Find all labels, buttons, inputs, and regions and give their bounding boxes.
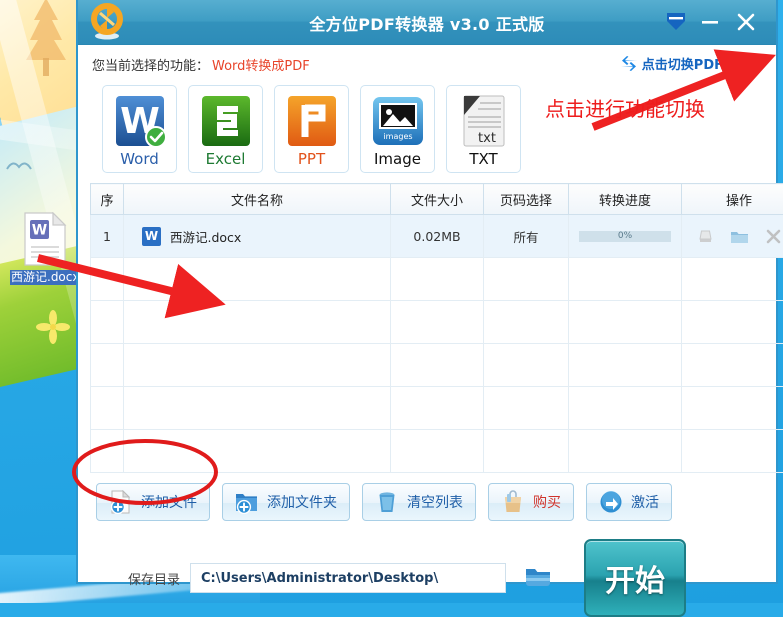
activate-label: 激活	[631, 492, 659, 512]
table-row-empty	[91, 430, 783, 473]
switch-mode-link[interactable]: 点击切换PDF转文件	[620, 54, 762, 73]
format-button-word[interactable]: W Word	[102, 85, 177, 173]
save-directory-row: 保存目录 C:\Users\Administrator\Desktop\ 开始	[90, 539, 764, 617]
file-list-table: 序 文件名称 文件大小 页码选择 转换进度 操作 1 W 西游记.docx	[90, 183, 783, 473]
preview-icon[interactable]	[697, 228, 714, 245]
format-label-ppt: PPT	[298, 150, 325, 168]
col-index: 序	[91, 184, 124, 215]
col-pages: 页码选择	[484, 184, 569, 215]
filename-text: 西游记.docx	[170, 227, 241, 246]
format-label-image: Image	[374, 150, 421, 168]
save-directory-input[interactable]: C:\Users\Administrator\Desktop\	[190, 563, 506, 593]
clear-list-label: 清空列表	[407, 492, 463, 512]
col-filesize: 文件大小	[391, 184, 484, 215]
cell-index: 1	[91, 215, 124, 258]
table-row[interactable]: 1 W 西游记.docx 0.02MB 所有 0%	[91, 215, 783, 258]
trash-icon	[375, 490, 399, 514]
cell-actions	[682, 215, 783, 258]
minimize-to-tray-button[interactable]	[662, 8, 690, 36]
table-row-empty	[91, 258, 783, 301]
word-icon: W	[112, 93, 168, 149]
ppt-icon	[284, 93, 340, 149]
add-file-label: 添加文件	[141, 492, 197, 512]
add-folder-label: 添加文件夹	[267, 492, 337, 512]
image-icon: images	[370, 93, 426, 149]
format-button-excel[interactable]: Excel	[188, 85, 263, 173]
table-row-empty	[91, 344, 783, 387]
desktop-file-label: 西游记.docx	[10, 270, 80, 285]
svg-text:images: images	[383, 132, 412, 141]
application-window: 全方位PDF转换器 v3.0 正式版 您当前选择的功能： Word转换成PDF …	[76, 0, 778, 584]
purchase-label: 购买	[533, 492, 561, 512]
cell-filesize: 0.02MB	[391, 215, 484, 258]
add-folder-icon	[235, 490, 259, 514]
desktop-file-icon[interactable]: W 西游记.docx	[10, 212, 80, 285]
minimize-button[interactable]	[696, 8, 724, 36]
svg-text:txt: txt	[478, 131, 496, 146]
shopping-bag-icon	[501, 490, 525, 514]
add-folder-button[interactable]: 添加文件夹	[222, 483, 350, 521]
close-button[interactable]	[732, 8, 760, 36]
table-row-empty	[91, 387, 783, 430]
start-button-label: 开始	[605, 556, 665, 600]
switch-mode-label: 点击切换PDF转文件	[642, 54, 762, 73]
open-folder-icon[interactable]	[730, 228, 749, 245]
function-bar: 您当前选择的功能： Word转换成PDF 点击切换PDF转文件	[90, 51, 764, 79]
progress-text: 0%	[579, 231, 671, 242]
word-document-icon: W	[23, 212, 67, 266]
col-progress: 转换进度	[569, 184, 682, 215]
svg-text:W: W	[32, 223, 47, 239]
cell-pages[interactable]: 所有	[484, 215, 569, 258]
wallpaper-flower	[36, 310, 70, 344]
progress-bar: 0%	[579, 231, 671, 242]
format-button-image[interactable]: images Image	[360, 85, 435, 173]
start-button[interactable]: 开始	[584, 539, 686, 617]
save-directory-value: C:\Users\Administrator\Desktop\	[201, 571, 438, 586]
activate-arrow-icon	[599, 490, 623, 514]
format-button-ppt[interactable]: PPT	[274, 85, 349, 173]
add-file-button[interactable]: 添加文件	[96, 483, 210, 521]
title-bar: 全方位PDF转换器 v3.0 正式版	[78, 0, 776, 45]
action-toolbar: 添加文件 添加文件夹 清空列表	[90, 483, 764, 521]
table-row-empty	[91, 301, 783, 344]
wallpaper-bird	[6, 158, 32, 172]
col-actions: 操作	[682, 184, 783, 215]
window-content: 您当前选择的功能： Word转换成PDF 点击切换PDF转文件	[78, 51, 776, 617]
cell-progress: 0%	[569, 215, 682, 258]
word-file-icon: W	[142, 227, 161, 246]
save-directory-label: 保存目录	[128, 569, 180, 588]
add-file-icon	[109, 490, 133, 514]
col-filename: 文件名称	[124, 184, 391, 215]
remove-icon[interactable]	[765, 228, 782, 245]
format-label-word: Word	[120, 150, 159, 168]
clear-list-button[interactable]: 清空列表	[362, 483, 476, 521]
folder-browse-icon[interactable]	[524, 565, 552, 591]
format-button-txt[interactable]: txt TXT	[446, 85, 521, 173]
cell-filename: W 西游记.docx	[124, 215, 391, 258]
format-button-group: W Word Excel	[90, 85, 764, 173]
purchase-button[interactable]: 购买	[488, 483, 574, 521]
txt-icon: txt	[456, 93, 512, 149]
format-label-excel: Excel	[206, 150, 246, 168]
excel-icon	[198, 93, 254, 149]
format-label-txt: TXT	[469, 150, 497, 168]
function-value: Word转换成PDF	[212, 55, 310, 74]
swap-arrows-icon	[620, 56, 638, 71]
table-header-row: 序 文件名称 文件大小 页码选择 转换进度 操作	[91, 184, 783, 215]
function-label: 您当前选择的功能：	[92, 55, 209, 74]
activate-button[interactable]: 激活	[586, 483, 672, 521]
